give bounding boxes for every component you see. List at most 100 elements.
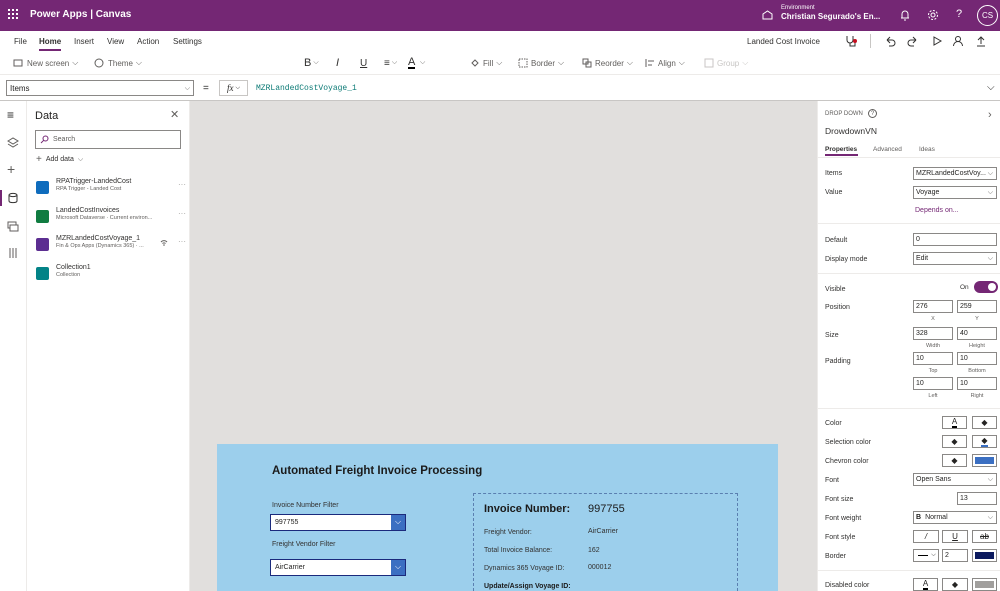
avatar[interactable]: CS <box>977 5 998 26</box>
play-icon[interactable] <box>931 35 943 47</box>
padding-bottom-input[interactable]: 10 <box>957 352 997 365</box>
chevron-right-icon[interactable]: › <box>988 109 992 121</box>
menu-home[interactable]: Home <box>39 37 62 51</box>
tab-advanced[interactable]: Advanced <box>873 146 902 153</box>
height-input[interactable]: 40 <box>957 327 997 340</box>
align-button[interactable]: Align ⌵ <box>645 56 685 70</box>
more-options-icon[interactable]: ··· <box>178 237 186 246</box>
property-select[interactable]: Items ⌵ <box>6 80 194 96</box>
expand-formula-icon[interactable]: ⌵ <box>987 82 995 93</box>
data-source-item[interactable]: LandedCostInvoices Microsoft Dataverse ·… <box>36 207 186 233</box>
data-search-input[interactable]: Search <box>35 130 181 149</box>
border-width-input[interactable]: 2 <box>942 549 968 562</box>
group-button[interactable]: Group ⌵ <box>704 56 748 70</box>
underline-toggle[interactable]: U <box>942 530 968 543</box>
strikethrough-toggle[interactable]: ab <box>972 530 997 543</box>
share-user-icon[interactable] <box>952 35 964 47</box>
border-style-select[interactable]: ⌵ <box>913 549 939 562</box>
font-family-select[interactable]: Open Sans ⌵ <box>913 473 997 486</box>
control-name[interactable]: DrowdownVN <box>825 126 877 136</box>
new-screen-icon <box>13 59 23 67</box>
bold-button[interactable]: B ⌵ <box>304 56 319 70</box>
app-title[interactable]: Landed Cost Invoice <box>747 37 820 46</box>
app-checker-icon[interactable] <box>844 35 858 47</box>
selection-text-color-picker[interactable]: ◆ <box>942 435 967 448</box>
vendor-filter-label[interactable]: Freight Vendor Filter <box>272 541 335 548</box>
publish-icon[interactable] <box>975 35 987 47</box>
close-icon[interactable]: ✕ <box>170 108 179 121</box>
depends-on-link[interactable]: Depends on... <box>915 207 959 214</box>
insert-plus-icon[interactable]: + <box>7 162 19 176</box>
underline-button[interactable]: U <box>360 56 367 70</box>
tree-view-icon[interactable] <box>7 137 19 149</box>
undo-icon[interactable] <box>884 35 896 47</box>
environment-name[interactable]: Christian Segurado's En... <box>781 12 880 21</box>
hamburger-menu-icon[interactable]: ≡ <box>7 109 19 121</box>
data-cylinder-icon[interactable] <box>7 192 19 204</box>
width-input[interactable]: 328 <box>913 327 953 340</box>
gear-icon[interactable] <box>927 9 939 21</box>
font-weight-select[interactable]: B Normal ⌵ <box>913 511 997 524</box>
italic-toggle[interactable]: / <box>913 530 939 543</box>
more-options-icon[interactable]: ··· <box>178 180 186 189</box>
border-button[interactable]: Border ⌵ <box>518 56 564 70</box>
chevron-down-icon[interactable]: ⌵ <box>391 515 405 530</box>
align-text-button[interactable]: ≡ ⌵ <box>384 56 397 70</box>
advanced-tools-icon[interactable] <box>7 247 19 259</box>
menu-settings[interactable]: Settings <box>173 37 202 46</box>
menu-file[interactable]: File <box>14 37 27 46</box>
fill-color-picker[interactable]: ◆ <box>972 416 997 429</box>
padding-top-input[interactable]: 10 <box>913 352 953 365</box>
data-source-item[interactable]: RPATrigger-LandedCost RPA Trigger - Land… <box>36 178 186 204</box>
data-source-item[interactable]: Collection1 Collection <box>36 264 186 290</box>
font-color-button[interactable]: A <box>408 56 416 69</box>
border-color-swatch[interactable] <box>972 549 997 562</box>
help-icon[interactable]: ? <box>956 8 962 20</box>
chevron-down-icon[interactable]: ⌵ <box>420 56 425 70</box>
bell-icon[interactable] <box>899 9 911 21</box>
fx-button[interactable]: fx ⌵ <box>219 80 248 96</box>
text-color-picker[interactable]: A <box>942 416 967 429</box>
tab-properties[interactable]: Properties <box>825 146 857 153</box>
padding-right-input[interactable]: 10 <box>957 377 997 390</box>
screen-title[interactable]: Automated Freight Invoice Processing <box>272 465 482 477</box>
data-source-item[interactable]: MZRLandedCostVoyage_1 Fin & Ops Apps (Dy… <box>36 235 186 261</box>
display-mode-select[interactable]: Edit ⌵ <box>913 252 997 265</box>
chevron-fill-picker[interactable]: ◆ <box>942 454 967 467</box>
invoice-filter-label[interactable]: Invoice Number Filter <box>272 502 339 509</box>
chevron-down-icon[interactable]: ⌵ <box>391 560 405 575</box>
formula-input[interactable]: MZRLandedCostVoyage_1 <box>250 80 981 96</box>
position-x-input[interactable]: 276 <box>913 300 953 313</box>
disabled-text-color-picker[interactable]: A <box>913 578 938 591</box>
fill-button[interactable]: Fill ⌵ <box>470 56 502 70</box>
items-select[interactable]: MZRLandedCostVoy... ⌵ <box>913 167 997 180</box>
more-options-icon[interactable]: ··· <box>178 209 186 218</box>
add-data-button[interactable]: + Add data ⌵ <box>36 154 83 165</box>
redo-icon[interactable] <box>907 35 919 47</box>
menu-action[interactable]: Action <box>137 37 159 46</box>
invoice-filter-dropdown[interactable]: 997755 ⌵ <box>270 514 406 531</box>
invoice-detail-card[interactable]: Invoice Number: 997755 Freight Vendor: A… <box>473 493 738 591</box>
reorder-button[interactable]: Reorder ⌵ <box>582 56 633 70</box>
app-launcher-icon[interactable] <box>8 9 18 19</box>
visible-toggle[interactable] <box>974 281 998 293</box>
help-icon[interactable]: ? <box>868 109 877 118</box>
value-select[interactable]: Voyage ⌵ <box>913 186 997 199</box>
default-input[interactable]: 0 <box>913 233 997 246</box>
position-y-input[interactable]: 259 <box>957 300 997 313</box>
disabled-fill-color-picker[interactable]: ◆ <box>942 578 968 591</box>
media-icon[interactable] <box>7 220 19 232</box>
theme-button[interactable]: Theme ⌵ <box>94 56 142 70</box>
menu-view[interactable]: View <box>107 37 124 46</box>
vendor-filter-dropdown[interactable]: AirCarrier ⌵ <box>270 559 406 576</box>
selection-fill-color-picker[interactable]: ◆ <box>972 435 997 448</box>
app-screen[interactable]: Automated Freight Invoice Processing Inv… <box>217 444 778 591</box>
font-size-input[interactable]: 13 <box>957 492 997 505</box>
new-screen-button[interactable]: New screen ⌵ <box>13 56 78 70</box>
chevron-color-swatch[interactable] <box>972 454 997 467</box>
menu-insert[interactable]: Insert <box>74 37 94 46</box>
disabled-color-swatch[interactable] <box>972 578 997 591</box>
tab-ideas[interactable]: Ideas <box>919 146 935 153</box>
padding-left-input[interactable]: 10 <box>913 377 953 390</box>
italic-button[interactable]: I <box>336 56 339 70</box>
